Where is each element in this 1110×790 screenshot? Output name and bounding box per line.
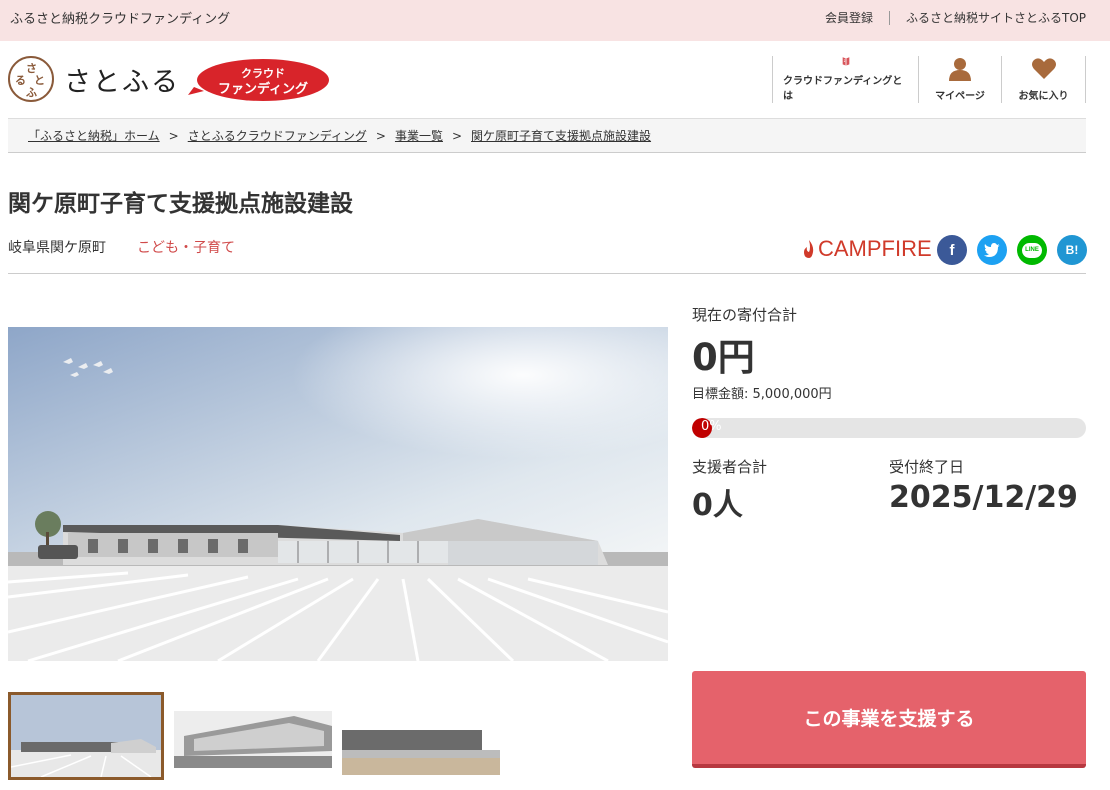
hatena-icon: B! — [1065, 243, 1079, 257]
thumbnail-image — [342, 722, 500, 775]
satofull-logo[interactable]: さ と ふ る さとふる — [8, 56, 180, 102]
facility-rendering-image — [8, 327, 668, 661]
deadline-value: 2025/12/29 — [889, 480, 1078, 515]
facebook-share-button[interactable]: f — [937, 235, 967, 265]
progress-bar: 0% — [692, 418, 1086, 438]
flame-icon — [804, 240, 814, 258]
campfire-text: CAMPFIRE — [818, 236, 932, 261]
category-link[interactable]: こども・子育て — [137, 237, 235, 257]
thumbnail-3[interactable] — [342, 722, 500, 775]
top-bar: ふるさと納税クラウドファンディング 会員登録 ふるさと納税サイトさとふるTOP — [0, 0, 1110, 41]
nav-label: お気に入り — [1018, 91, 1069, 102]
nav-label: マイページ — [935, 91, 985, 102]
header-nav: クラウドファンディングとは マイページ お気に入り — [772, 56, 1086, 103]
thumbnail-2[interactable] — [174, 711, 332, 768]
thumbnail-image — [174, 711, 332, 768]
logo-mark-char: る — [15, 74, 26, 87]
nav-favorites[interactable]: お気に入り — [1001, 56, 1086, 103]
facebook-icon: f — [949, 241, 955, 259]
deadline-label: 受付終了日 — [889, 458, 965, 476]
member-register-link[interactable]: 会員登録 — [825, 9, 873, 26]
heart-icon — [1031, 58, 1056, 79]
thumbnail-1[interactable] — [8, 692, 164, 780]
breadcrumb: 「ふるさと納税」ホーム > さとふるクラウドファンディング > 事業一覧 > 関… — [8, 118, 1086, 153]
line-share-button[interactable]: LINE — [1017, 235, 1047, 265]
twitter-share-button[interactable]: t — [977, 235, 1007, 265]
line-icon: LINE — [1022, 242, 1042, 258]
logo-mark-icon: さ と ふ る — [8, 56, 54, 102]
link-separator — [888, 10, 890, 25]
breadcrumb-separator: > — [375, 128, 386, 143]
supporters-label: 支援者合計 — [692, 458, 768, 476]
satofull-top-link[interactable]: ふるさと納税サイトさとふるTOP — [906, 9, 1086, 26]
header: さ と ふ る さとふる クラウド ファンディング クラウドファンディングとは … — [0, 41, 1110, 119]
campfire-logo[interactable]: CAMPFIRE — [802, 236, 932, 262]
twitter-icon — [984, 243, 1000, 257]
donation-total-value: 0円 — [692, 336, 755, 379]
page-title: 関ケ原町子育て支援拠点施設建設 — [8, 191, 353, 217]
nav-mypage[interactable]: マイページ — [918, 56, 1001, 103]
breadcrumb-separator: > — [168, 128, 179, 143]
breadcrumb-separator: > — [451, 128, 463, 143]
badge-line1: クラウド — [241, 67, 285, 80]
prefecture-label: 岐阜県関ケ原町 — [8, 240, 106, 256]
support-project-button[interactable]: この事業を支援する — [692, 671, 1086, 768]
nav-about-crowdfunding[interactable]: クラウドファンディングとは — [772, 56, 918, 103]
badge-line2: ファンディング — [218, 81, 308, 97]
supporters-value: 0人 — [692, 488, 743, 523]
top-links: 会員登録 ふるさと納税サイトさとふるTOP — [825, 9, 1086, 26]
logo-mark-char: ふ — [26, 86, 37, 99]
breadcrumb-project-list[interactable]: 事業一覧 — [395, 127, 443, 144]
thumbnail-image — [11, 695, 161, 777]
divider — [8, 273, 1086, 274]
book-icon — [842, 57, 849, 66]
crowdfunding-badge[interactable]: クラウド ファンディング — [188, 57, 330, 103]
nav-label: クラウドファンディングとは — [783, 76, 903, 102]
progress-percent: 0% — [701, 419, 722, 434]
breadcrumb-crowdfunding[interactable]: さとふるクラウドファンディング — [188, 127, 367, 144]
target-amount: 目標金額: 5,000,000円 — [692, 387, 832, 402]
hatena-bookmark-button[interactable]: B! — [1057, 235, 1087, 265]
main-project-image — [8, 327, 668, 661]
logo-text: さとふる — [64, 66, 180, 98]
breadcrumb-home[interactable]: 「ふるさと納税」ホーム — [28, 127, 160, 144]
user-icon — [949, 58, 971, 81]
breadcrumb-current[interactable]: 関ケ原町子育て支援拠点施設建設 — [471, 127, 651, 144]
donation-total-label: 現在の寄付合計 — [692, 306, 798, 324]
site-name: ふるさと納税クラウドファンディング — [10, 12, 231, 27]
